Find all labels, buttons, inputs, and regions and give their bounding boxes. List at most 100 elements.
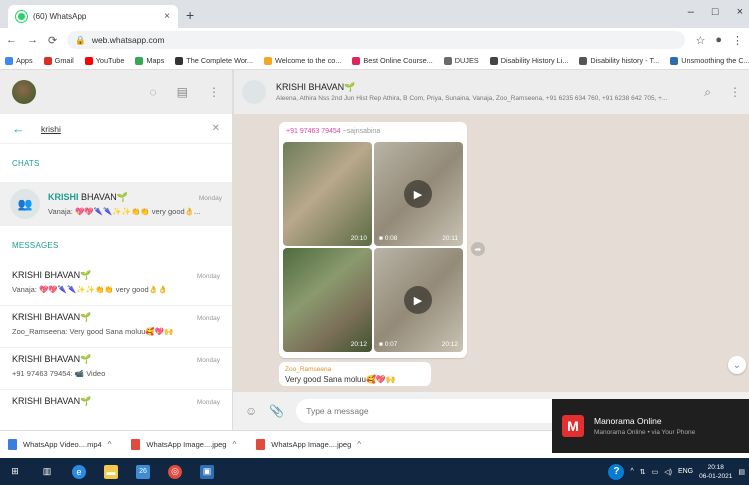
bookmark-item[interactable]: Maps	[135, 56, 164, 65]
clock[interactable]: 20:18 06-01-2021	[699, 463, 732, 481]
forward-icon[interactable]: ➦	[471, 242, 485, 256]
bookmarks-bar: Apps Gmail YouTube Maps The Complete Wor... W…	[0, 52, 749, 70]
bookmark-item[interactable]: Welcome to the co...	[264, 56, 341, 65]
language-indicator[interactable]: ENG	[678, 468, 693, 475]
group-avatar[interactable]	[242, 80, 266, 104]
download-item[interactable]: WhatsApp Video....mp4 ^	[8, 439, 111, 450]
message-result-item[interactable]: KRISHI BHAVAN🌱 Monday Zoo_Ramseena: Very g…	[0, 306, 232, 348]
edge-browser-icon[interactable]: e	[72, 464, 86, 479]
bookmark-favicon-icon	[670, 56, 679, 65]
profile-icon[interactable]: ●	[715, 34, 722, 46]
browser-menu-icon[interactable]: ⋮	[732, 34, 743, 47]
minimize-button[interactable]: –	[688, 6, 694, 18]
chevron-up-icon[interactable]: ^	[108, 440, 112, 449]
bookmark-label: Maps	[146, 56, 165, 65]
url-field[interactable]: 🔒 web.whatsapp.com	[67, 31, 686, 49]
bookmark-favicon-icon	[264, 56, 273, 65]
chevron-up-icon[interactable]: ^	[357, 440, 361, 449]
bookmark-label: Gmail	[54, 56, 74, 65]
bookmark-label: The Complete Wor...	[186, 56, 254, 65]
photo-thumbnail[interactable]: 20:10	[283, 142, 372, 246]
bookmark-star-icon[interactable]: ☆	[695, 34, 705, 47]
video-thumbnail[interactable]: ▶ ■ 0:07 20:12	[374, 248, 463, 352]
message-result-item[interactable]: KRISHI BHAVAN🌱 Monday +91 97463 79454: 📹 V…	[0, 348, 232, 390]
bookmark-item[interactable]: Disability history - T...	[579, 56, 659, 65]
bookmark-item[interactable]: Disability History Li...	[489, 56, 568, 65]
browser-tab-strip: (60) WhatsApp × + – □ ×	[0, 0, 749, 28]
profile-header: ◌ ▤ ⋮	[0, 70, 232, 114]
toast-notification[interactable]: M Manorama Online Manorama Online • via …	[552, 399, 749, 453]
chat-preview: Vanaja: 💖💖🌂🌂✨✨👏👏 very good👌...	[48, 207, 201, 216]
chevron-up-icon[interactable]: ^	[232, 440, 236, 449]
attach-icon[interactable]: 📎	[269, 404, 284, 418]
bookmark-favicon-icon	[579, 56, 588, 65]
file-explorer-icon[interactable]: ▬	[104, 464, 118, 479]
media-time: 20:10	[350, 235, 367, 242]
notifications-icon[interactable]: ▤	[738, 468, 745, 476]
bookmark-item[interactable]: The Complete Wor...	[175, 56, 253, 65]
window-controls: – □ ×	[688, 6, 743, 18]
message-chat-name: KRISHI BHAVAN🌱	[12, 270, 92, 280]
message-sender: Zoo_Ramseena	[285, 366, 332, 373]
bookmark-item[interactable]: Apps	[5, 56, 33, 65]
bookmark-item[interactable]: Gmail	[43, 56, 74, 65]
message-result-item[interactable]: KRISHI BHAVAN🌱 Monday Vanaja: 💖💖🌂🌂✨✨👏👏 ver…	[0, 264, 232, 306]
chrome-icon[interactable]: ◎	[168, 464, 182, 479]
conversation-header[interactable]: KRISHI BHAVAN🌱 Aleena, Athira Nss 2nd Ju…	[233, 70, 749, 114]
bookmark-favicon-icon	[84, 56, 93, 65]
conversation-menu-icon[interactable]: ⋮	[729, 85, 741, 100]
chat-result-item[interactable]: 👥 KRISHI BHAVAN🌱 Monday Vanaja: 💖💖🌂🌂✨✨👏👏…	[0, 182, 232, 226]
network-icon[interactable]: ⇅	[640, 468, 646, 476]
close-window-button[interactable]: ×	[737, 6, 743, 18]
bookmark-favicon-icon	[5, 56, 13, 65]
help-icon[interactable]: ?	[608, 463, 625, 480]
search-back-arrow-icon[interactable]: ←	[12, 121, 25, 136]
start-windows-icon[interactable]: ⊞	[8, 465, 22, 479]
tab-close-icon[interactable]: ×	[164, 11, 170, 22]
bookmark-favicon-icon	[43, 56, 52, 65]
whatsapp-app: ◌ ▤ ⋮ ← krishi ✕ CHATS 👥 KRISHI BHAVAN🌱 …	[0, 70, 749, 430]
scroll-down-chevron-icon[interactable]: ⌄	[728, 356, 746, 374]
play-icon[interactable]: ▶	[404, 180, 432, 208]
menu-icon[interactable]: ⋮	[208, 85, 220, 99]
download-label: WhatsApp Image....jpeg	[271, 440, 352, 449]
status-icon[interactable]: ◌	[150, 85, 157, 99]
search-icon[interactable]: ⌕	[704, 85, 711, 100]
user-avatar[interactable]	[12, 80, 36, 104]
bookmark-item[interactable]: DUJES	[443, 56, 479, 65]
message-time: Monday	[196, 399, 220, 406]
calendar-badge-icon[interactable]: 26	[136, 464, 150, 479]
play-icon[interactable]: ▶	[404, 286, 432, 314]
forward-arrow-icon[interactable]: →	[27, 34, 38, 46]
bookmark-item[interactable]: Unsmoothing the C...	[670, 56, 749, 65]
clear-search-icon[interactable]: ✕	[212, 123, 220, 134]
volume-icon[interactable]: ◁)	[664, 468, 672, 476]
search-input[interactable]: krishi	[41, 124, 196, 134]
download-label: WhatsApp Video....mp4	[23, 440, 102, 449]
new-chat-icon[interactable]: ▤	[177, 85, 188, 99]
battery-icon[interactable]: ▭	[652, 468, 659, 476]
emoji-icon[interactable]: ☺	[245, 404, 257, 418]
photos-icon[interactable]: ▣	[200, 464, 214, 479]
bookmark-label: Apps	[16, 56, 33, 65]
new-tab-button[interactable]: +	[186, 7, 194, 23]
messages-section-header: MESSAGES	[12, 240, 59, 250]
video-thumbnail[interactable]: ▶ ■ 0:08 20:11	[374, 142, 463, 246]
browser-tab[interactable]: (60) WhatsApp ×	[8, 5, 178, 28]
message-result-item[interactable]: KRISHI BHAVAN🌱 Monday	[0, 390, 232, 430]
back-arrow-icon[interactable]: ←	[6, 34, 17, 46]
message-text: Very good Sana moluu🥰💖🙌	[285, 375, 396, 384]
maximize-button[interactable]: □	[712, 6, 719, 18]
bookmark-favicon-icon	[175, 56, 184, 65]
bookmark-item[interactable]: Best Online Course...	[352, 56, 433, 65]
notification-title: Manorama Online	[594, 416, 662, 426]
task-view-icon[interactable]: ▥	[40, 465, 54, 479]
reload-icon[interactable]: ⟳	[48, 34, 57, 47]
download-item[interactable]: WhatsApp Image....jpeg ^	[131, 439, 236, 450]
chevron-up-icon[interactable]: ^	[630, 468, 633, 475]
message-chat-name: KRISHI BHAVAN🌱	[12, 312, 92, 322]
photo-thumbnail[interactable]: 20:12	[283, 248, 372, 352]
download-item[interactable]: WhatsApp Image....jpeg ^	[256, 439, 361, 450]
bookmark-item[interactable]: YouTube	[84, 56, 124, 65]
url-text: web.whatsapp.com	[91, 35, 165, 45]
